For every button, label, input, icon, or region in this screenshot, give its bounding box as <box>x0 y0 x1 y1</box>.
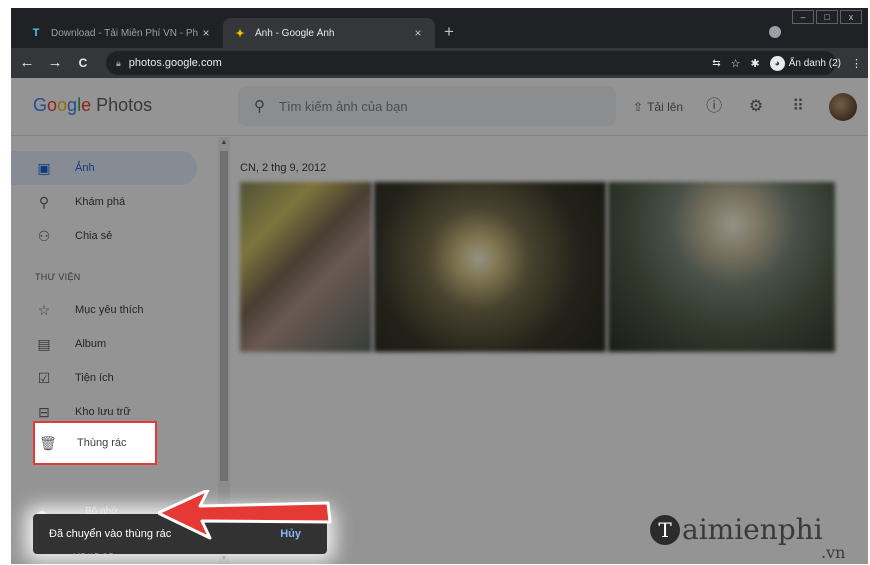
close-tab-icon[interactable]: × <box>199 26 213 40</box>
photo-icon: ▣ <box>37 159 51 176</box>
photo-thumbnail[interactable] <box>240 182 372 352</box>
google-photos-page: Google Photos ⚲ ⇧ Tải lên ⓘ ⚙ ⠿ ▣ Ảnh <box>11 78 868 564</box>
sidebar-item-label: Thùng rác <box>77 437 127 449</box>
lock-icon: 🔒︎ <box>116 57 121 68</box>
new-tab-button[interactable]: + <box>439 22 459 42</box>
sidebar-item-label: Mục yêu thích <box>75 304 144 316</box>
tab-title: Ảnh - Google Ảnh <box>255 27 335 39</box>
sidebar-item-label: Chia sẻ <box>75 230 113 242</box>
reload-button[interactable]: C <box>71 51 95 75</box>
profile-indicator-icon <box>769 26 781 38</box>
sidebar-item-label: Kho lưu trữ <box>75 406 131 418</box>
snackbar-message: Đã chuyển vào thùng rác <box>49 528 172 540</box>
url-text: photos.google.com <box>128 57 222 69</box>
bookmark-star-icon[interactable]: ☆ <box>731 57 741 70</box>
window-controls: – □ x <box>792 10 862 24</box>
sidebar-item-label: Ảnh <box>75 162 95 174</box>
close-window-button[interactable]: x <box>840 10 862 24</box>
minimize-button[interactable]: – <box>792 10 814 24</box>
browser-window: T Download - Tải Miễn Phí VN - Ph × ✦ Ản… <box>11 8 868 564</box>
settings-gear-icon[interactable]: ⚙ <box>745 96 767 118</box>
pointer-arrow-icon <box>158 490 332 540</box>
watermark-badge: T <box>650 515 680 545</box>
upload-button[interactable]: ⇧ Tải lên <box>633 100 683 114</box>
apps-grid-icon[interactable]: ⠿ <box>787 96 809 118</box>
photo-thumbnail[interactable] <box>608 182 835 352</box>
sidebar-item-label: Tiện ích <box>75 372 114 384</box>
sidebar-item-label: Album <box>75 338 107 350</box>
photo-thumbnail[interactable] <box>374 182 606 352</box>
photos-favicon-icon: ✦ <box>235 27 245 40</box>
menu-icon[interactable]: ⋮ <box>851 57 862 70</box>
search-input[interactable] <box>279 98 579 114</box>
incognito-label: Ẩn danh (2) <box>788 57 841 69</box>
sidebar-item-sharing[interactable]: ⚇ Chia sẻ <box>11 219 197 253</box>
tab-strip: T Download - Tải Miễn Phí VN - Ph × ✦ Ản… <box>11 8 868 48</box>
maximize-button[interactable]: □ <box>816 10 838 24</box>
account-avatar[interactable] <box>829 93 858 121</box>
scroll-down-icon[interactable]: ▼ <box>218 555 230 562</box>
search-box[interactable]: ⚲ <box>238 86 616 126</box>
scrollbar-thumb[interactable] <box>220 151 228 481</box>
tab-favicon-icon: T <box>32 27 40 39</box>
trash-icon: 🗑︎ <box>39 434 57 451</box>
sidebar-item-favorites[interactable]: ☆ Mục yêu thích <box>11 293 197 327</box>
sidebar-item-albums[interactable]: ▤ Album <box>11 327 197 361</box>
tab-google-photos[interactable]: ✦ Ảnh - Google Ảnh × <box>223 18 435 48</box>
tab-download[interactable]: T Download - Tải Miễn Phí VN - Ph × <box>19 18 223 48</box>
people-icon: ⚇ <box>37 227 51 244</box>
header-actions: ⇧ Tải lên ⓘ ⚙ ⠿ <box>633 93 858 121</box>
upload-icon: ⇧ <box>633 100 644 114</box>
sidebar-item-explore[interactable]: ⚲ Khám phá <box>11 185 197 219</box>
sidebar-item-utilities[interactable]: ☑ Tiện ích <box>11 361 197 395</box>
toolbar-actions: ⇆ ☆ ✱ ◕ Ẩn danh (2) ⋮ <box>712 51 862 75</box>
star-icon: ☆ <box>37 301 51 318</box>
album-icon: ▤ <box>37 335 51 352</box>
watermark-text: aimienphi <box>682 513 823 546</box>
search-icon: ⚲ <box>38 193 50 210</box>
archive-icon: ⊟ <box>38 403 50 420</box>
extensions-icon[interactable]: ✱ <box>751 57 760 70</box>
watermark-suffix: .vn <box>821 543 846 562</box>
library-section-label: THƯ VIỆN <box>35 272 81 282</box>
incognito-icon: ◕ <box>769 55 785 71</box>
storage-usage: MB/15 GB <box>73 552 115 562</box>
date-heading: CN, 2 thg 9, 2012 <box>240 162 327 174</box>
back-button[interactable]: ← <box>15 51 39 75</box>
scroll-up-icon[interactable]: ▲ <box>218 139 230 146</box>
forward-button[interactable]: → <box>43 51 67 75</box>
tab-title: Download - Tải Miễn Phí VN - Ph <box>51 27 199 39</box>
close-tab-icon[interactable]: × <box>411 26 425 40</box>
sidebar-item-trash[interactable]: 🗑︎ Thùng rác <box>33 421 157 465</box>
help-icon[interactable]: ⓘ <box>703 96 725 118</box>
upload-label: Tải lên <box>647 100 684 114</box>
utilities-icon: ☑ <box>37 369 51 386</box>
google-photos-logo[interactable]: Google Photos <box>33 95 152 116</box>
browser-toolbar: ← → C 🔒︎ photos.google.com ⇆ ☆ ✱ ◕ Ẩn da… <box>11 48 868 78</box>
incognito-badge[interactable]: ◕ Ẩn danh (2) <box>769 55 841 71</box>
watermark: Taimienphi .vn <box>650 513 845 562</box>
search-icon[interactable]: ⚲ <box>254 97 265 115</box>
translate-icon[interactable]: ⇆ <box>712 58 720 69</box>
app-header: Google Photos ⚲ ⇧ Tải lên ⓘ ⚙ ⠿ <box>11 78 868 136</box>
sidebar-item-photos[interactable]: ▣ Ảnh <box>11 151 197 185</box>
sidebar-item-label: Khám phá <box>75 196 126 208</box>
